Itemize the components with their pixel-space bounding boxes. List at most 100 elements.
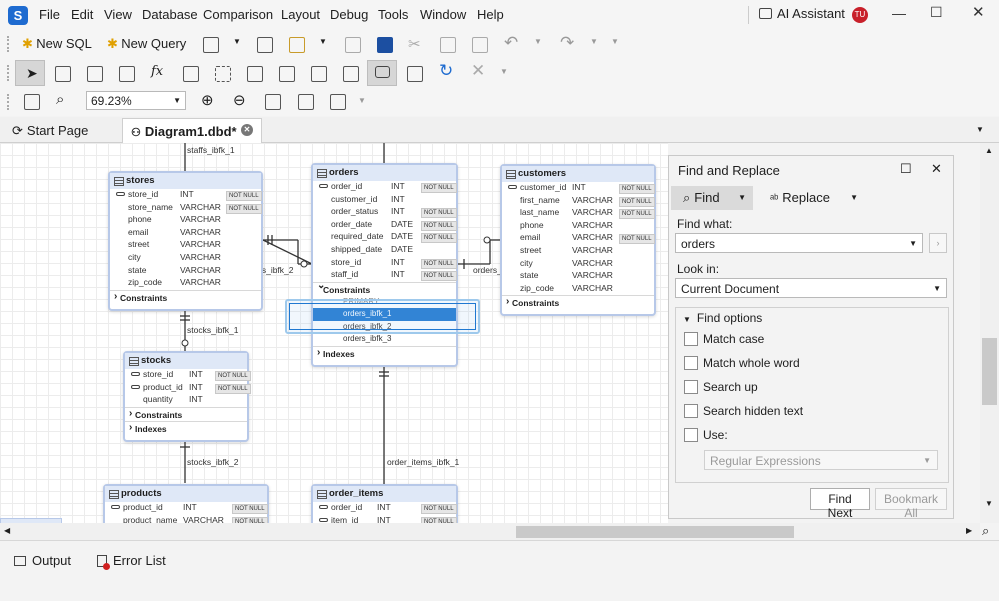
expression-builder-button[interactable]: › [929, 233, 947, 253]
function-icon[interactable]: fx [151, 64, 163, 79]
checkbox[interactable] [684, 356, 698, 370]
scroll-down-icon[interactable]: ▼ [985, 499, 993, 508]
scroll-up-icon[interactable]: ▲ [985, 146, 993, 155]
page-setup-icon[interactable] [330, 94, 346, 110]
match-case-option[interactable]: Match case [684, 332, 764, 346]
use-option[interactable]: Use: [684, 428, 728, 442]
zoom-in-icon[interactable]: ⊕ [201, 91, 214, 109]
match-whole-word-option[interactable]: Match whole word [684, 356, 800, 370]
column-row[interactable]: product_name VARCHAR NOT NULL [105, 515, 268, 523]
column-row[interactable]: last_name VARCHAR NOT NULL [502, 207, 655, 220]
maximize-icon[interactable]: ☐ [900, 161, 912, 177]
ai-assistant-button[interactable]: AI Assistant [759, 6, 845, 21]
avatar[interactable]: TU [852, 7, 868, 23]
output-tab[interactable]: Output [14, 553, 71, 568]
menu-window[interactable]: Window [420, 7, 466, 22]
menu-help[interactable]: Help [477, 7, 504, 22]
column-row[interactable]: product_id INT NOT NULL [105, 502, 268, 515]
container-icon[interactable] [247, 66, 263, 82]
new-item-icon[interactable] [203, 37, 219, 53]
refresh-icon[interactable]: ↻ [439, 61, 453, 81]
menu-layout[interactable]: Layout [281, 7, 320, 22]
zoom-out-icon[interactable]: ⊖ [233, 91, 246, 109]
error-list-tab[interactable]: Error List [97, 553, 166, 570]
diagram-canvas[interactable]: staffs_ibfk_1 orders_ibfk_2 orders_ibfk_… [0, 143, 668, 523]
paste-icon[interactable] [472, 37, 488, 53]
toolbar-overflow-icon[interactable]: ▼ [358, 96, 366, 105]
redo-icon[interactable]: ↷ [560, 33, 574, 53]
menu-file[interactable]: File [39, 7, 60, 22]
bookmark-all-button[interactable]: Bookmark All [875, 488, 947, 520]
tab-diagram[interactable]: ⚇ Diagram1.dbd* ✕ [122, 118, 262, 143]
checkbox[interactable] [684, 404, 698, 418]
zoom-corner-icon[interactable]: ⌕ [982, 523, 989, 539]
column-row[interactable]: staff_id INT NOT NULL [313, 269, 457, 282]
column-row[interactable]: zip_code VARCHAR [110, 277, 261, 290]
column-row[interactable]: customer_id INT [313, 194, 456, 207]
minimize-icon[interactable]: — [892, 5, 906, 21]
pin-icon[interactable] [311, 66, 327, 82]
column-row[interactable]: store_name VARCHAR NOT NULL [110, 202, 262, 215]
column-row[interactable]: store_id INT NOT NULL [313, 257, 457, 270]
column-row[interactable]: state VARCHAR [110, 265, 261, 278]
column-row[interactable]: order_id INT NOT NULL [313, 181, 457, 194]
procedure-icon[interactable] [119, 66, 135, 82]
cut-icon[interactable]: ✂ [408, 35, 421, 53]
close-icon[interactable]: ✕ [931, 161, 942, 177]
search-up-option[interactable]: Search up [684, 380, 758, 394]
dashed-relation-icon[interactable] [215, 66, 231, 82]
column-row[interactable]: email VARCHAR [110, 227, 261, 240]
save-icon[interactable] [345, 37, 361, 53]
column-row[interactable]: state VARCHAR [502, 270, 654, 283]
search-hidden-text-option[interactable]: Search hidden text [684, 404, 803, 418]
undo-icon[interactable]: ↶ [504, 33, 518, 53]
new-query-button[interactable]: ✱ New Query [107, 36, 186, 52]
stamp-icon[interactable] [279, 66, 295, 82]
tab-find[interactable]: ⌕ Find ▼ [671, 186, 753, 210]
entity-stocks[interactable]: stocks store_id INT NOT NULL product_id INT N… [123, 351, 251, 442]
menu-edit[interactable]: Edit [71, 7, 93, 22]
delete-icon[interactable]: ✕ [471, 61, 485, 81]
menu-comparison[interactable]: Comparison [203, 7, 273, 22]
tab-replace[interactable]: ᵃᵇ Replace ▼ [764, 186, 864, 210]
close-tab-icon[interactable]: ✕ [241, 124, 253, 136]
column-row[interactable]: customer_id INT NOT NULL [502, 182, 655, 195]
menu-database[interactable]: Database [142, 7, 198, 22]
entity-orders[interactable]: orders order_id INT NOT NULL customer_id INT… [311, 163, 458, 367]
column-row[interactable]: store_id INT NOT NULL [125, 369, 251, 382]
actual-size-icon[interactable] [265, 94, 281, 110]
column-row[interactable]: phone VARCHAR [110, 214, 261, 227]
checkbox[interactable] [684, 428, 698, 442]
note-tool-button[interactable] [367, 60, 397, 86]
column-row[interactable]: store_id INT NOT NULL [110, 189, 262, 202]
table-icon[interactable] [55, 66, 71, 82]
maximize-icon[interactable]: ☐ [930, 4, 943, 21]
indexes-section[interactable]: Indexes [313, 345, 456, 360]
zoom-level-select[interactable]: 69.23% ▼ [86, 91, 186, 110]
constraints-section[interactable]: Constraints [313, 280, 456, 296]
menu-debug[interactable]: Debug [330, 7, 368, 22]
dropdown-arrow-icon[interactable]: ▼ [590, 37, 598, 46]
save-all-icon[interactable] [377, 37, 393, 53]
checkbox[interactable] [684, 332, 698, 346]
indexes-section[interactable]: Indexes [125, 420, 247, 435]
column-row[interactable]: city VARCHAR [110, 252, 261, 265]
constraints-section[interactable]: Constraints [125, 406, 247, 421]
relation-icon[interactable] [183, 66, 199, 82]
toolbar-overflow-icon[interactable]: ▼ [611, 37, 619, 46]
column-row[interactable]: street VARCHAR [110, 239, 261, 252]
horizontal-scrollbar[interactable]: ◀ ▶ [0, 523, 980, 540]
entity-products[interactable]: products product_id INT NOT NULL product_na… [103, 484, 269, 523]
new-sql-button[interactable]: ✱ New SQL [22, 36, 92, 52]
find-what-input[interactable]: orders ▼ [675, 233, 923, 253]
scrollbar-thumb[interactable] [516, 526, 794, 538]
close-icon[interactable]: ✕ [972, 3, 985, 21]
dropdown-arrow-icon[interactable]: ▼ [534, 37, 542, 46]
tab-start-page[interactable]: ⟳ Start Page [4, 118, 96, 143]
vertical-scrollbar[interactable]: ▲ ▼ [980, 143, 999, 523]
column-row[interactable]: first_name VARCHAR NOT NULL [502, 195, 655, 208]
column-row[interactable]: order_status INT NOT NULL [313, 206, 457, 219]
tab-list-chevron-icon[interactable]: ▼ [976, 125, 984, 134]
zoom-fit-icon[interactable] [24, 94, 40, 110]
fit-page-icon[interactable] [298, 94, 314, 110]
